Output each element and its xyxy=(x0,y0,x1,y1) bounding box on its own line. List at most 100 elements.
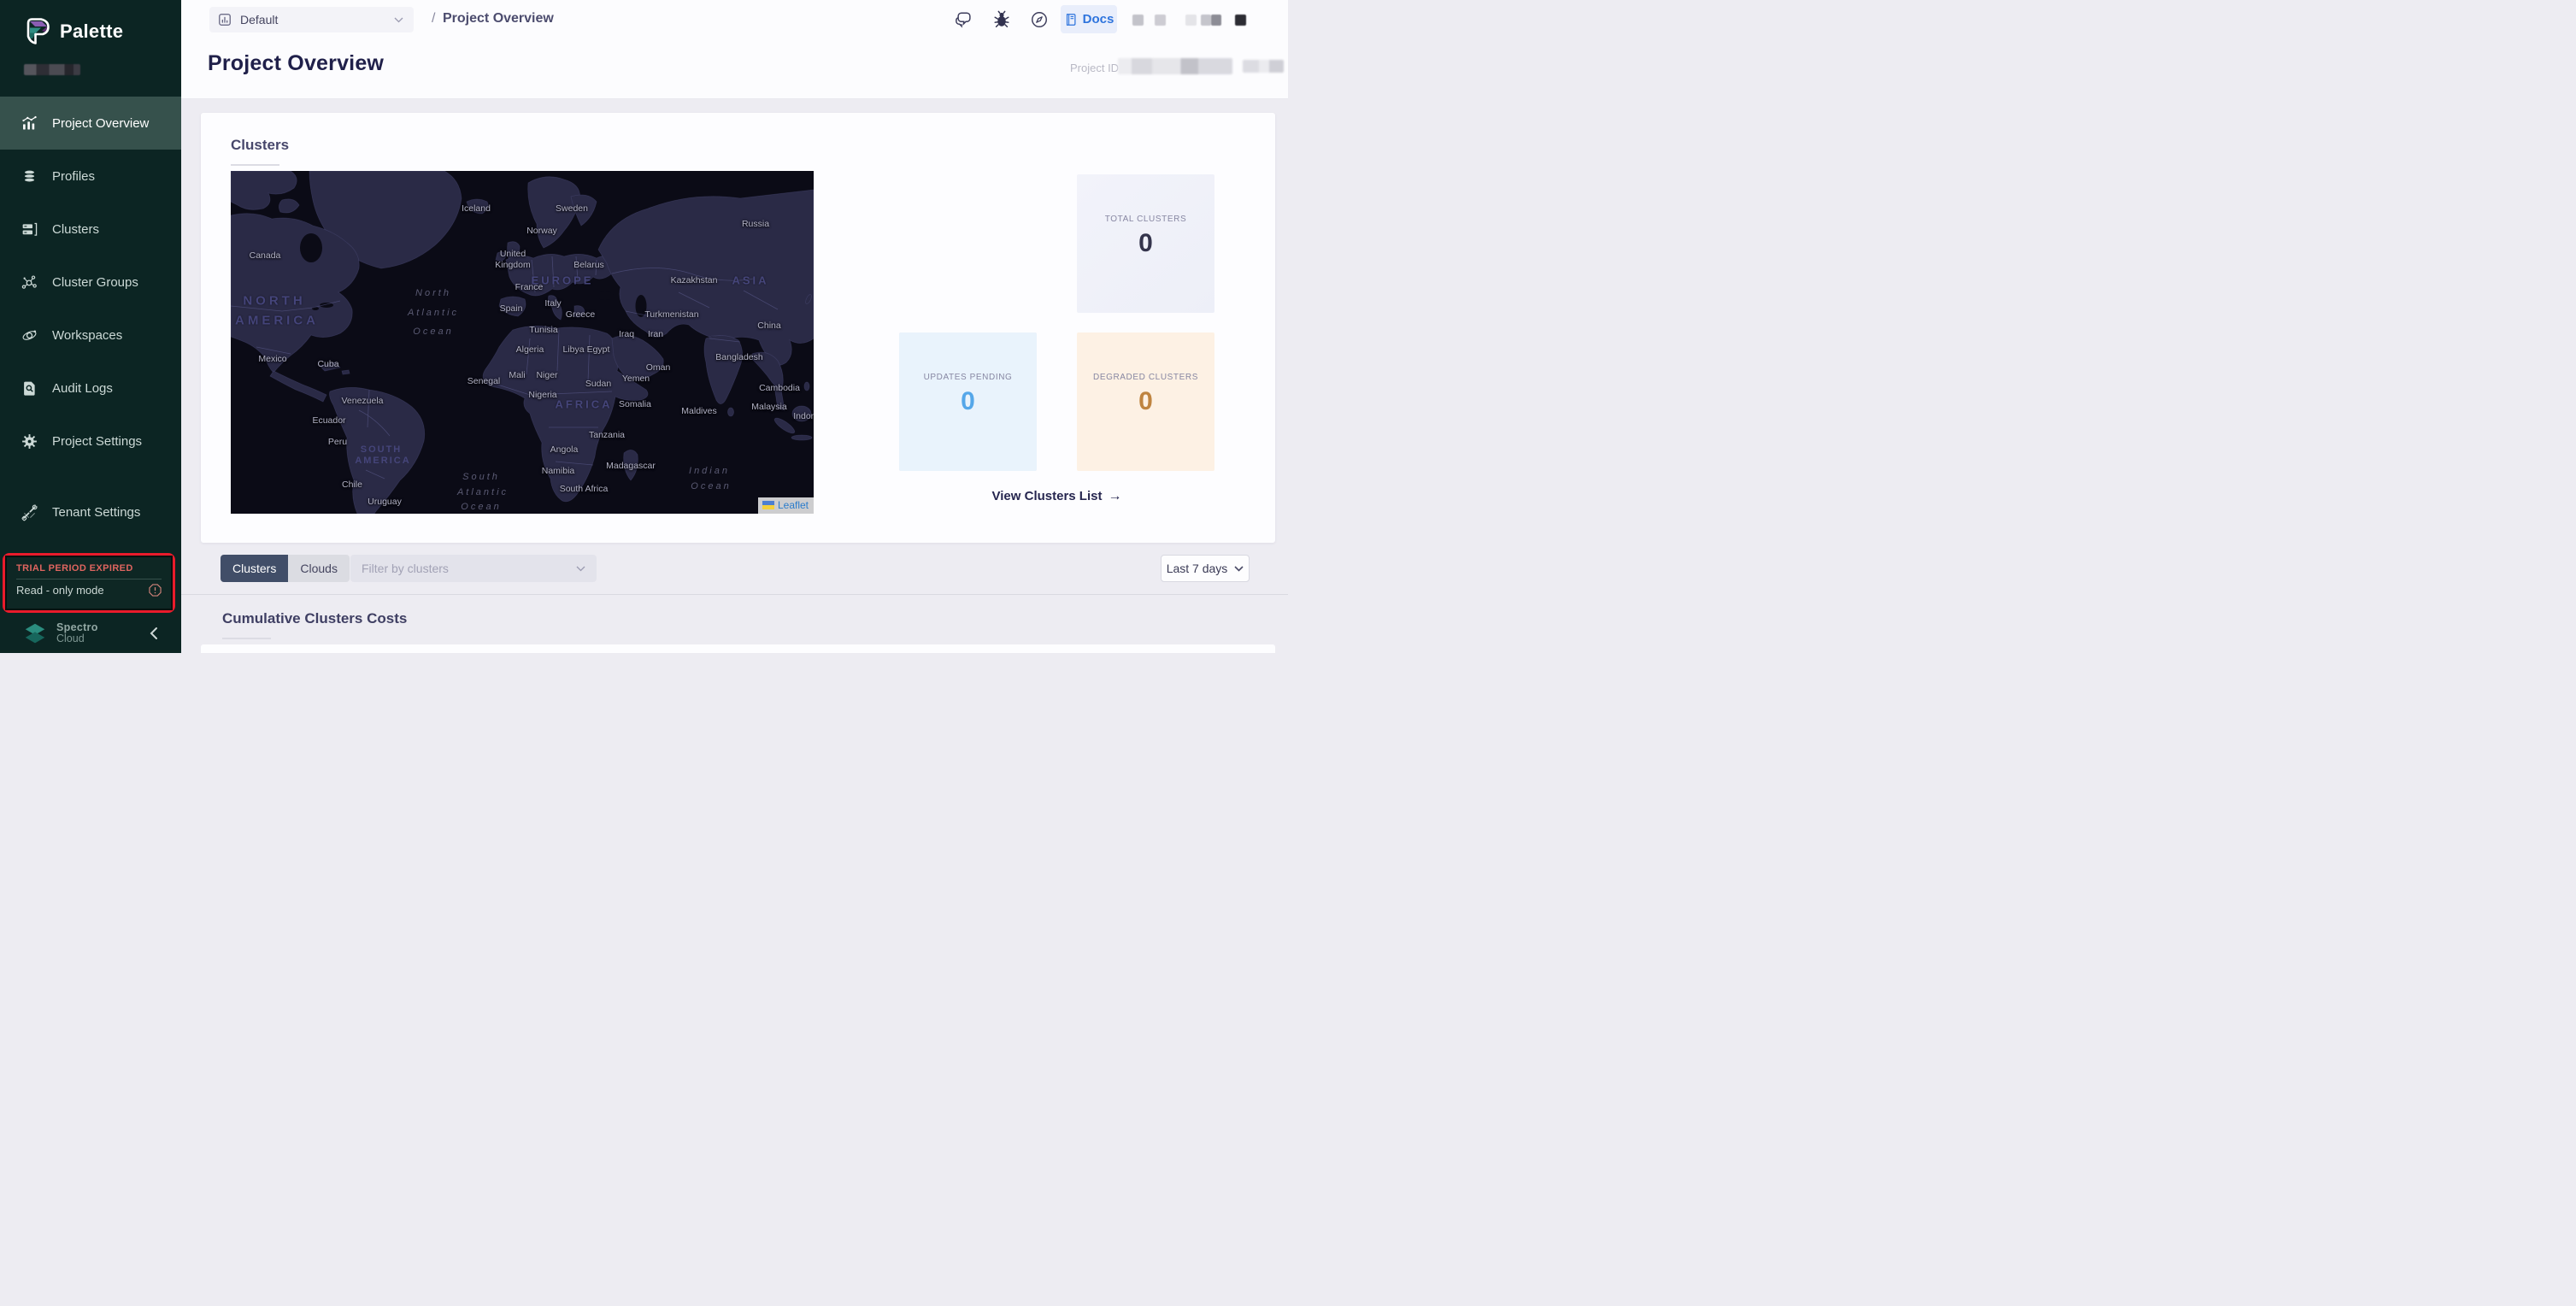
palette-logo-icon xyxy=(22,15,51,48)
redacted-user-item xyxy=(1185,15,1197,26)
chevron-down-icon xyxy=(1234,566,1244,572)
sidebar-item-label: Cluster Groups xyxy=(52,275,138,290)
sidebar-item-icon xyxy=(21,115,38,132)
page-header: Project Overview Project ID: xyxy=(181,39,1288,98)
filter-by-clusters-dropdown[interactable]: Filter by clusters xyxy=(350,555,597,582)
section-divider xyxy=(181,594,1288,595)
redacted-project-id-suffix xyxy=(1243,60,1284,73)
chevron-down-icon xyxy=(394,17,403,23)
breadcrumb: Project Overview xyxy=(443,11,554,26)
project-selector-dropdown[interactable]: Default xyxy=(209,7,414,32)
breadcrumb-separator: / xyxy=(432,11,435,26)
sidebar-nav-item[interactable]: Audit Logs xyxy=(0,362,181,415)
sidebar-nav-item[interactable]: Tenant Settings xyxy=(0,485,181,538)
sidebar-item-label: Audit Logs xyxy=(52,381,113,396)
palette-app: Palette Project Overview Profiles Cluste… xyxy=(0,0,1288,653)
book-icon xyxy=(1064,13,1078,26)
costs-card-top-edge xyxy=(201,644,1275,653)
sidebar-item-label: Profiles xyxy=(52,169,95,184)
costs-section-title: Cumulative Clusters Costs xyxy=(222,610,407,627)
scope-tab[interactable]: Clouds xyxy=(288,555,350,582)
trial-expired-annotation: TRIAL PERIOD EXPIRED Read - only mode xyxy=(3,553,175,613)
sidebar-nav-item[interactable]: Clusters xyxy=(0,203,181,256)
topbar-actions: Docs xyxy=(929,0,1288,39)
leaflet-attribution[interactable]: Leaflet xyxy=(758,497,814,514)
redacted-user-item xyxy=(1155,15,1166,26)
spectro-brand-bottom: Cloud xyxy=(56,633,98,644)
sidebar-item-label: Project Settings xyxy=(52,434,142,449)
filter-bar: ClustersClouds Filter by clusters Last 7… xyxy=(181,555,1288,582)
arrow-right-icon: → xyxy=(1108,489,1121,503)
filter-placeholder: Filter by clusters xyxy=(362,562,449,575)
brand: Palette xyxy=(22,15,123,48)
trial-title: TRIAL PERIOD EXPIRED xyxy=(16,563,162,574)
clusters-overview-card: Clusters xyxy=(201,113,1275,543)
sidebar-nav-item[interactable]: Cluster Groups xyxy=(0,256,181,309)
chat-icon[interactable] xyxy=(955,10,973,29)
redacted-user-item xyxy=(1211,15,1221,26)
topbar: Default / Project Overview xyxy=(181,0,1288,39)
stat-label: UPDATES PENDING xyxy=(924,373,1013,382)
compass-icon[interactable] xyxy=(1030,10,1049,29)
ukraine-flag-icon xyxy=(762,501,774,509)
view-clusters-list-link[interactable]: View Clusters List → xyxy=(899,489,1214,504)
cluster-stat-card: UPDATES PENDING 0 xyxy=(899,332,1037,471)
sidebar-item-label: Workspaces xyxy=(52,328,122,343)
main-area: Default / Project Overview xyxy=(181,0,1288,653)
sidebar-item-icon xyxy=(21,379,38,397)
time-range-value: Last 7 days xyxy=(1167,562,1228,575)
chevron-down-icon xyxy=(576,566,585,572)
time-range-dropdown[interactable]: Last 7 days xyxy=(1161,555,1250,582)
cluster-stat-card: DEGRADED CLUSTERS 0 xyxy=(1077,332,1214,471)
docs-button[interactable]: Docs xyxy=(1061,5,1117,33)
section-underline xyxy=(222,638,271,639)
page-title: Project Overview xyxy=(208,51,384,76)
sidebar-footer: Spectro Cloud xyxy=(0,614,181,653)
sidebar-item-icon xyxy=(21,432,38,450)
sidebar-nav: Project Overview Profiles Clusters Clust… xyxy=(0,97,181,538)
redacted-project-id xyxy=(1118,58,1232,74)
scope-tabs: ClustersClouds xyxy=(221,555,350,582)
project-chart-icon xyxy=(218,13,232,26)
project-id-label: Project ID: xyxy=(1070,62,1122,74)
clusters-world-map[interactable]: IcelandSwedenNorwayRussiaCanadaUnitedKin… xyxy=(231,171,814,514)
redacted-user-item xyxy=(1132,15,1144,26)
redacted-user-item xyxy=(1201,15,1211,26)
stat-label: DEGRADED CLUSTERS xyxy=(1093,373,1198,382)
sidebar-nav-item[interactable]: Project Overview xyxy=(0,97,181,150)
sidebar-item-label: Clusters xyxy=(52,222,99,237)
bug-report-icon[interactable] xyxy=(992,10,1011,29)
view-clusters-list-label: View Clusters List xyxy=(992,489,1103,503)
stat-value: 0 xyxy=(961,387,975,416)
sidebar-item-label: Project Overview xyxy=(52,116,149,131)
sidebar-item-icon xyxy=(21,168,38,185)
brand-name: Palette xyxy=(60,21,123,43)
sidebar-item-icon xyxy=(21,274,38,291)
sidebar-nav-item[interactable]: Project Settings xyxy=(0,415,181,468)
scope-tab[interactable]: Clusters xyxy=(221,555,288,582)
redacted-tenant-name xyxy=(24,64,80,75)
stat-value: 0 xyxy=(1138,387,1153,416)
cluster-stats-grid: TOTAL CLUSTERS 0 FAILED CLUSTERS 0 DEGRA… xyxy=(899,174,1214,471)
collapse-sidebar-icon[interactable] xyxy=(149,627,159,640)
sidebar-item-icon xyxy=(21,503,38,521)
sidebar-item-icon xyxy=(21,221,38,238)
stat-label: TOTAL CLUSTERS xyxy=(1105,215,1186,224)
sidebar-nav-item[interactable]: Profiles xyxy=(0,150,181,203)
leaflet-label: Leaflet xyxy=(778,499,809,511)
redacted-user-avatar[interactable] xyxy=(1235,15,1246,26)
sidebar-nav-item[interactable]: Workspaces xyxy=(0,309,181,362)
warning-icon xyxy=(149,584,162,597)
stat-value: 0 xyxy=(1138,229,1153,258)
docs-label: Docs xyxy=(1083,12,1115,26)
spectro-cloud-logo xyxy=(24,622,46,645)
clusters-section-title: Clusters xyxy=(231,137,289,154)
sidebar-item-icon xyxy=(21,326,38,344)
section-underline xyxy=(231,164,279,166)
sidebar-item-label: Tenant Settings xyxy=(52,505,140,520)
readonly-mode-label: Read - only mode xyxy=(16,584,104,597)
cluster-stat-card: TOTAL CLUSTERS 0 xyxy=(1077,174,1214,313)
sidebar: Palette Project Overview Profiles Cluste… xyxy=(0,0,181,653)
project-selector-value: Default xyxy=(240,13,278,26)
trial-expired-box: TRIAL PERIOD EXPIRED Read - only mode xyxy=(7,557,171,609)
